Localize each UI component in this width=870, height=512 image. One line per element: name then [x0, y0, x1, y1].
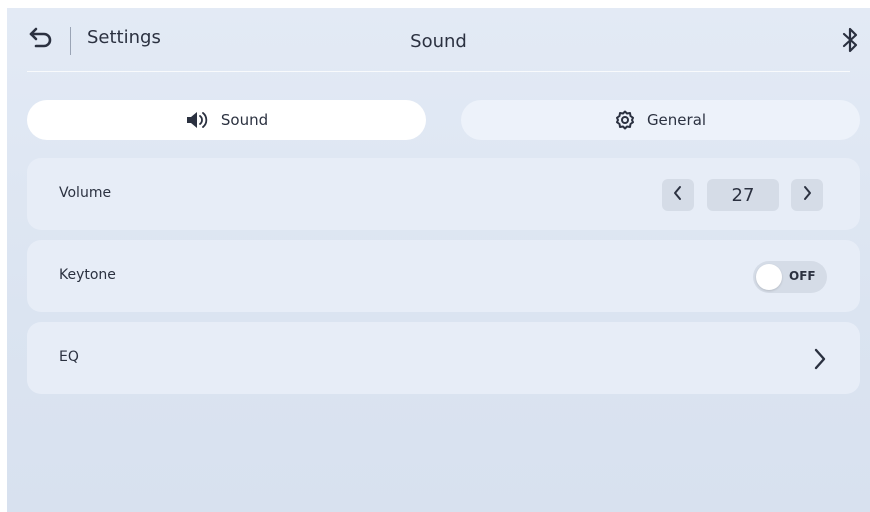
top-bar: Settings Sound [7, 8, 870, 72]
eq-row[interactable]: EQ [27, 322, 860, 394]
tab-general[interactable]: General [461, 100, 860, 140]
volume-value: 27 [707, 179, 779, 211]
chevron-right-icon [809, 346, 831, 372]
tab-sound-label: Sound [220, 111, 269, 129]
chevron-left-icon [671, 185, 685, 205]
volume-label: Volume [59, 185, 112, 201]
settings-screen: Settings Sound Sound General Volume 27 K… [7, 8, 870, 512]
volume-row: Volume 27 [27, 158, 860, 230]
gear-icon [615, 110, 635, 130]
toggle-state-label: OFF [789, 269, 816, 283]
volume-decrease-button[interactable] [662, 179, 694, 211]
keytone-toggle[interactable]: OFF [753, 261, 827, 293]
volume-increase-button[interactable] [791, 179, 823, 211]
tab-sound[interactable]: Sound [27, 100, 426, 140]
chevron-right-icon [800, 185, 814, 205]
keytone-label: Keytone [59, 267, 116, 283]
back-button[interactable] [27, 24, 55, 52]
bluetooth-button[interactable] [838, 26, 862, 54]
top-bar-underline [27, 71, 850, 72]
bluetooth-icon [838, 27, 862, 58]
toggle-knob [756, 264, 782, 290]
tab-general-label: General [646, 111, 707, 129]
keytone-row: Keytone OFF [27, 240, 860, 312]
speaker-icon [185, 110, 209, 130]
header-divider [70, 27, 71, 55]
undo-arrow-icon [27, 27, 55, 56]
settings-breadcrumb[interactable]: Settings [87, 27, 161, 48]
eq-label: EQ [59, 349, 79, 365]
